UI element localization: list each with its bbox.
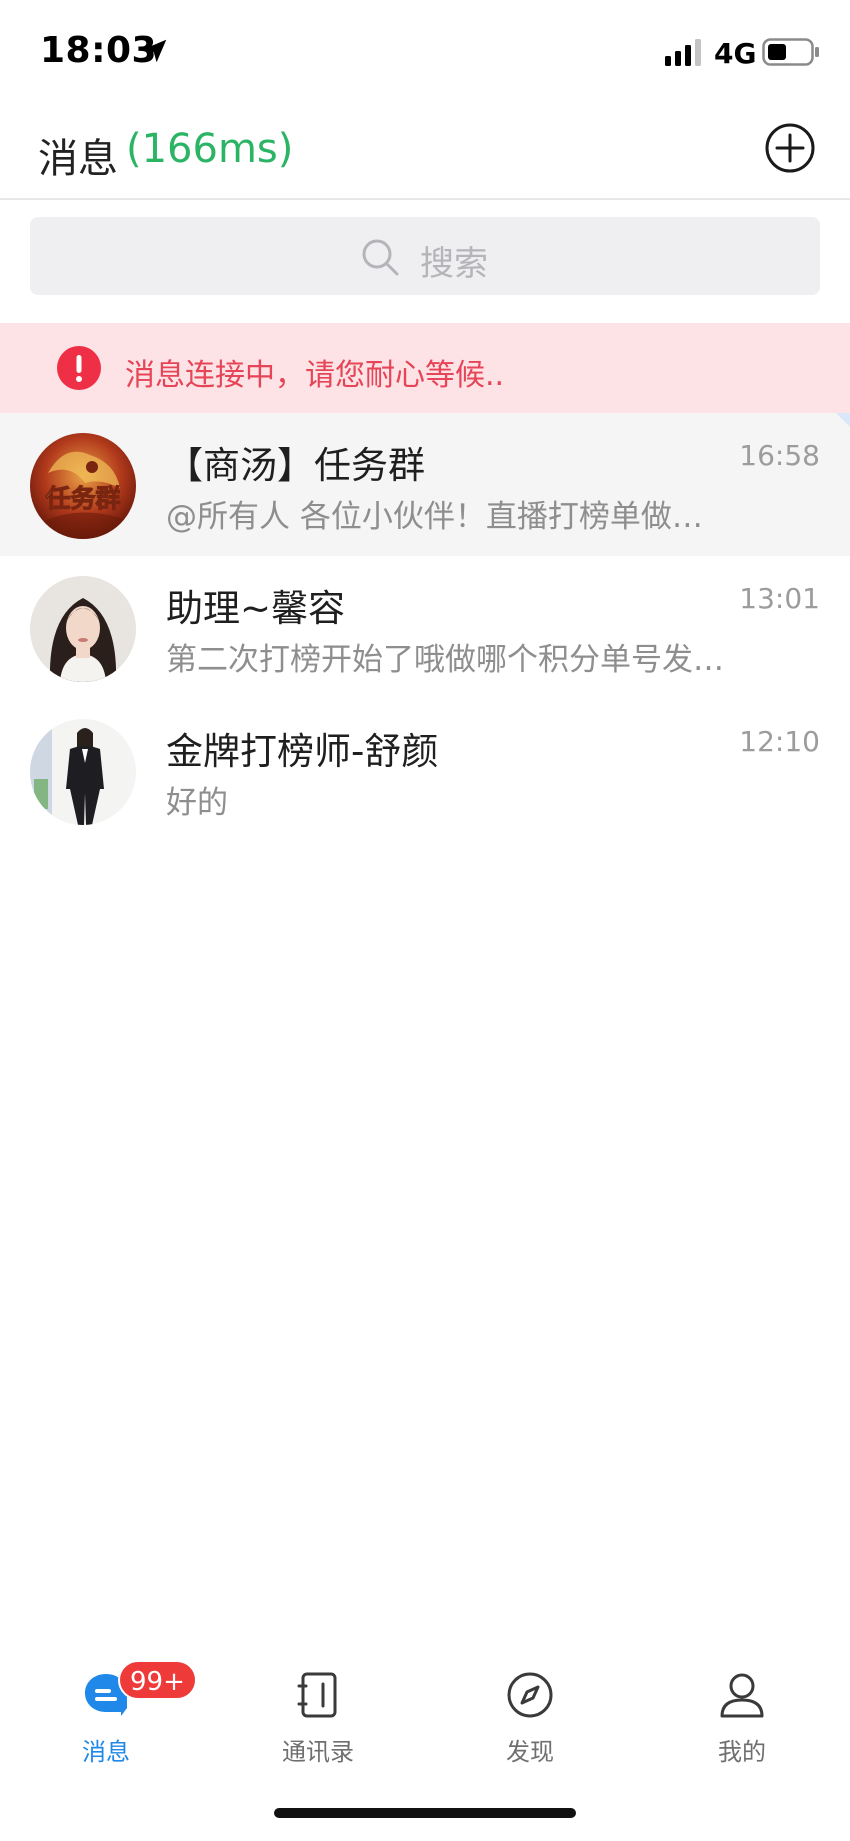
group-avatar-text: 任务群: [44, 484, 120, 513]
conversation-item[interactable]: 金牌打榜师-舒颜 12:10 好的: [0, 699, 850, 842]
conversation-name: 金牌打榜师-舒颜: [166, 730, 439, 773]
location-arrow-icon: [143, 39, 167, 63]
plus-circle-icon[interactable]: [764, 122, 816, 174]
conversation-item[interactable]: 任务群 【商汤】任务群 16:58 @所有人 各位小伙伴！直播打榜单做…: [0, 413, 850, 556]
header: 消息 (166ms): [0, 100, 850, 200]
conversation-item[interactable]: 助理~馨容 13:01 第二次打榜开始了哦做哪个积分单号发…: [0, 556, 850, 699]
home-indicator[interactable]: [274, 1808, 576, 1818]
tab-label: 发现: [506, 1738, 554, 1766]
search-placeholder: 搜索: [420, 244, 488, 284]
conversation-time: 12:10: [739, 725, 820, 758]
avatar: [30, 719, 136, 825]
unread-badge: 99+: [118, 1660, 197, 1700]
signal-icon: [665, 39, 701, 66]
alert-icon: [57, 346, 101, 390]
search-icon: [362, 239, 399, 276]
tab-discover[interactable]: 发现: [424, 1640, 636, 1770]
status-bar: 18:03 4G: [0, 0, 850, 100]
latency-label: (166ms): [126, 126, 294, 172]
compass-icon: [507, 1672, 553, 1718]
connection-banner: 消息连接中，请您耐心等候..: [0, 323, 850, 413]
address-book-icon: [297, 1672, 337, 1718]
avatar: [30, 576, 136, 682]
conversation-preview: @所有人 各位小伙伴！直播打榜单做…: [166, 499, 703, 535]
conversation-time: 13:01: [739, 582, 820, 615]
person-photo: [30, 576, 136, 682]
tab-label: 通讯录: [282, 1738, 354, 1766]
group-avatar-image: 任务群: [30, 433, 136, 539]
search-input[interactable]: 搜索: [30, 217, 820, 295]
person-photo: [30, 719, 136, 825]
tab-label: 消息: [82, 1738, 130, 1766]
conversation-preview: 第二次打榜开始了哦做哪个积分单号发…: [166, 642, 724, 678]
tab-me[interactable]: 我的: [636, 1640, 848, 1770]
conversation-name: 助理~馨容: [166, 587, 346, 630]
battery-icon: [762, 38, 819, 66]
tab-contacts[interactable]: 通讯录: [212, 1640, 424, 1770]
tab-bar: 99+ 消息 通讯录 发现 我的: [0, 1640, 850, 1770]
banner-text: 消息连接中，请您耐心等候..: [125, 358, 505, 393]
conversation-preview: 好的: [166, 785, 228, 821]
avatar: 任务群: [30, 433, 136, 539]
conversation-name: 【商汤】任务群: [166, 444, 425, 487]
tab-label: 我的: [718, 1738, 766, 1766]
conversation-time: 16:58: [739, 439, 820, 472]
network-type: 4G: [714, 37, 757, 70]
pin-marker: [836, 413, 850, 427]
tab-messages[interactable]: 99+ 消息: [0, 1640, 212, 1770]
page-title: 消息: [38, 136, 118, 182]
person-icon: [720, 1673, 764, 1718]
